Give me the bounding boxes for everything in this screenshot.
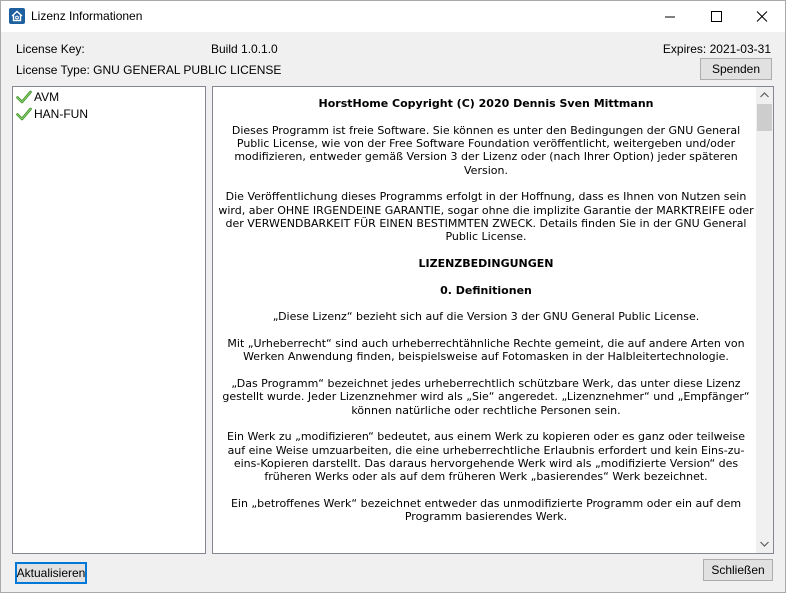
section-heading: 0. Definitionen	[440, 283, 532, 297]
license-title: HorstHome Copyright (C) 2020 Dennis Sven…	[318, 97, 654, 110]
close-button[interactable]: Schließen	[703, 559, 773, 581]
tree-item-label: HAN-FUN	[34, 107, 88, 121]
check-icon	[16, 107, 32, 121]
maximize-button[interactable]	[693, 1, 739, 32]
donate-button[interactable]: Spenden	[700, 58, 772, 80]
scrollbar-thumb[interactable]	[757, 104, 772, 131]
license-paragraph: „Diese Lizenz“ bezieht sich auf die Vers…	[272, 310, 700, 324]
scroll-down-icon[interactable]	[756, 536, 773, 553]
build-version: Build 1.0.1.0	[211, 42, 278, 56]
license-text-content: HorstHome Copyright (C) 2020 Dennis Sven…	[217, 87, 755, 524]
window-title: Lizenz Informationen	[31, 9, 143, 23]
title-bar[interactable]: Lizenz Informationen	[1, 1, 785, 32]
expiry-date: Expires: 2021-03-31	[662, 42, 771, 56]
app-home-icon	[9, 8, 25, 24]
license-paragraph: Dieses Programm ist freie Software. Sie …	[231, 123, 741, 177]
vertical-scrollbar[interactable]	[756, 87, 773, 553]
check-icon	[16, 90, 32, 104]
license-text-box[interactable]: HorstHome Copyright (C) 2020 Dennis Sven…	[212, 86, 774, 554]
close-window-button[interactable]	[739, 1, 785, 32]
license-paragraph: Ein Werk zu „modifizieren“ bedeutet, aus…	[227, 430, 745, 484]
license-window: Lizenz Informationen License Key: Build …	[0, 0, 786, 593]
license-tree[interactable]: AVM HAN-FUN	[12, 86, 206, 554]
tree-item-label: AVM	[34, 90, 60, 104]
license-type: License Type: GNU GENERAL PUBLIC LICENSE	[16, 63, 282, 77]
license-paragraph: Die Veröffentlichung dieses Programms er…	[218, 190, 754, 244]
license-paragraph: „Das Programm“ bezeichnet jedes urheberr…	[222, 376, 750, 417]
license-paragraph: Ein „betroffenes Werk“ bezeichnet entwed…	[230, 496, 742, 524]
license-key-label: License Key:	[16, 42, 85, 56]
minimize-button[interactable]	[647, 1, 693, 32]
refresh-button[interactable]: Aktualisieren	[15, 562, 87, 584]
license-paragraph: Mit „Urheberrecht“ sind auch urheberrech…	[227, 336, 745, 364]
scroll-up-icon[interactable]	[756, 87, 773, 104]
section-heading: LIZENZBEDINGUNGEN	[418, 256, 554, 270]
